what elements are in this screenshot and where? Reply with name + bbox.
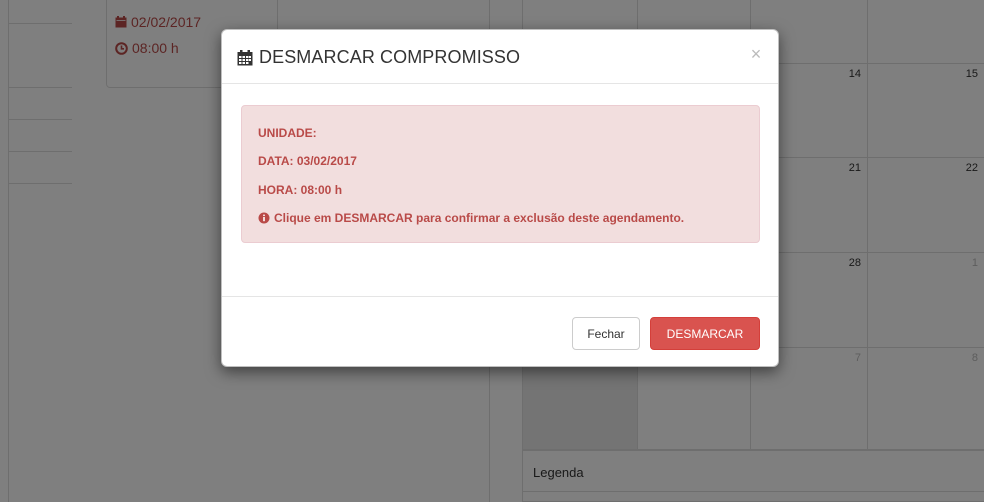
modal-title-text: DESMARCAR COMPROMISSO <box>259 47 521 67</box>
close-modal-button[interactable]: Fechar <box>572 317 640 350</box>
alert-danger: UNIDADE: DATA: 03/02/2017 HORA: 08:00 h … <box>241 105 760 243</box>
modal-footer: Fechar DESMARCAR <box>222 296 778 368</box>
unschedule-modal: DESMARCAR COMPROMISSO × UNIDADE: DATA: 0… <box>221 29 779 367</box>
alert-notice-text: Clique em DESMARCAR para confirmar a exc… <box>274 211 685 225</box>
calendar-icon <box>237 49 253 66</box>
alert-notice: Clique em DESMARCAR para confirmar a exc… <box>258 211 684 225</box>
modal-title: DESMARCAR COMPROMISSO <box>237 47 520 68</box>
alert-date: DATA: 03/02/2017 <box>258 154 357 168</box>
close-button[interactable]: × <box>748 44 764 64</box>
modal-header: DESMARCAR COMPROMISSO × <box>222 30 778 84</box>
confirm-unschedule-button[interactable]: DESMARCAR <box>650 317 760 350</box>
alert-unit: UNIDADE: <box>258 126 317 140</box>
info-circle-icon <box>258 212 270 224</box>
alert-time: HORA: 08:00 h <box>258 183 343 197</box>
